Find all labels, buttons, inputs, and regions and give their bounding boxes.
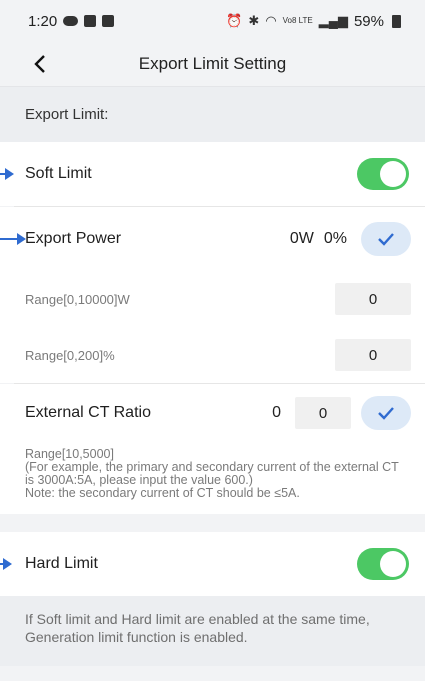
checkmark-icon [378, 233, 394, 246]
ct-ratio-confirm-button[interactable] [361, 396, 411, 430]
notification-icon [102, 15, 115, 27]
export-power-row: Export Power 0W 0% [0, 207, 425, 271]
battery-icon [392, 14, 401, 28]
network-type-icon: Vo8 LTE [282, 16, 313, 25]
toggle-knob [380, 161, 406, 187]
export-power-confirm-button[interactable] [361, 222, 411, 256]
chevron-left-icon [34, 55, 45, 73]
ct-ratio-input[interactable] [295, 397, 351, 429]
range-percent-input[interactable] [335, 339, 411, 371]
image-icon [84, 15, 97, 27]
status-left: 1:20 [28, 12, 115, 30]
limit-info-note: If Soft limit and Hard limit are enabled… [0, 596, 425, 666]
hard-limit-label: Hard Limit [25, 555, 98, 572]
export-power-label: Export Power [25, 230, 122, 247]
page-title: Export Limit Setting [138, 54, 287, 73]
export-power-percent: 0% [323, 230, 347, 247]
nav-bar: Export Limit Setting [0, 42, 425, 86]
pointer-arrow-icon [0, 168, 14, 180]
battery-percent: 59% [353, 12, 384, 30]
range-percent-row: Range[0,200]% [0, 327, 425, 383]
signal-icon: ▂▄▆ [318, 13, 348, 28]
ct-ratio-row: External CT Ratio 0 [0, 384, 425, 442]
checkmark-icon [378, 407, 394, 420]
ct-ratio-label: External CT Ratio [25, 404, 151, 421]
ct-ratio-current-value: 0 [272, 404, 281, 421]
ct-ratio-secondary-note: Note: the secondary current of CT should… [25, 486, 300, 500]
ct-ratio-note: Range[10,5000] (For example, the primary… [0, 442, 425, 514]
hard-limit-toggle[interactable] [357, 548, 409, 580]
hard-limit-row: Hard Limit [0, 532, 425, 596]
soft-limit-label: Soft Limit [25, 165, 92, 182]
range-watts-input[interactable] [335, 283, 411, 315]
export-power-watts: 0W [289, 230, 314, 247]
bluetooth-icon: ✱ [248, 13, 260, 28]
section-header: Export Limit: [0, 86, 425, 142]
cloud-icon [63, 16, 79, 26]
section-gap [0, 514, 425, 532]
status-right: ⏰ ✱ ◠ Vo8 LTE ▂▄▆ 59% [226, 13, 401, 30]
range-watts-label: Range[0,10000]W [25, 291, 130, 307]
ct-ratio-example: (For example, the primary and secondary … [25, 460, 399, 487]
range-percent-label: Range[0,200]% [25, 347, 115, 363]
status-bar: 1:20 ⏰ ✱ ◠ Vo8 LTE ▂▄▆ 59% [0, 0, 425, 42]
soft-limit-toggle[interactable] [357, 158, 409, 190]
pointer-arrow-icon [0, 233, 26, 245]
range-watts-row: Range[0,10000]W [0, 271, 425, 327]
toggle-knob [380, 551, 406, 577]
status-time: 1:20 [28, 12, 58, 30]
soft-limit-row: Soft Limit [0, 142, 425, 206]
wifi-icon: ◠ [265, 13, 277, 28]
alarm-icon: ⏰ [226, 13, 243, 28]
back-button[interactable] [26, 50, 54, 78]
pointer-arrow-icon [0, 558, 12, 570]
